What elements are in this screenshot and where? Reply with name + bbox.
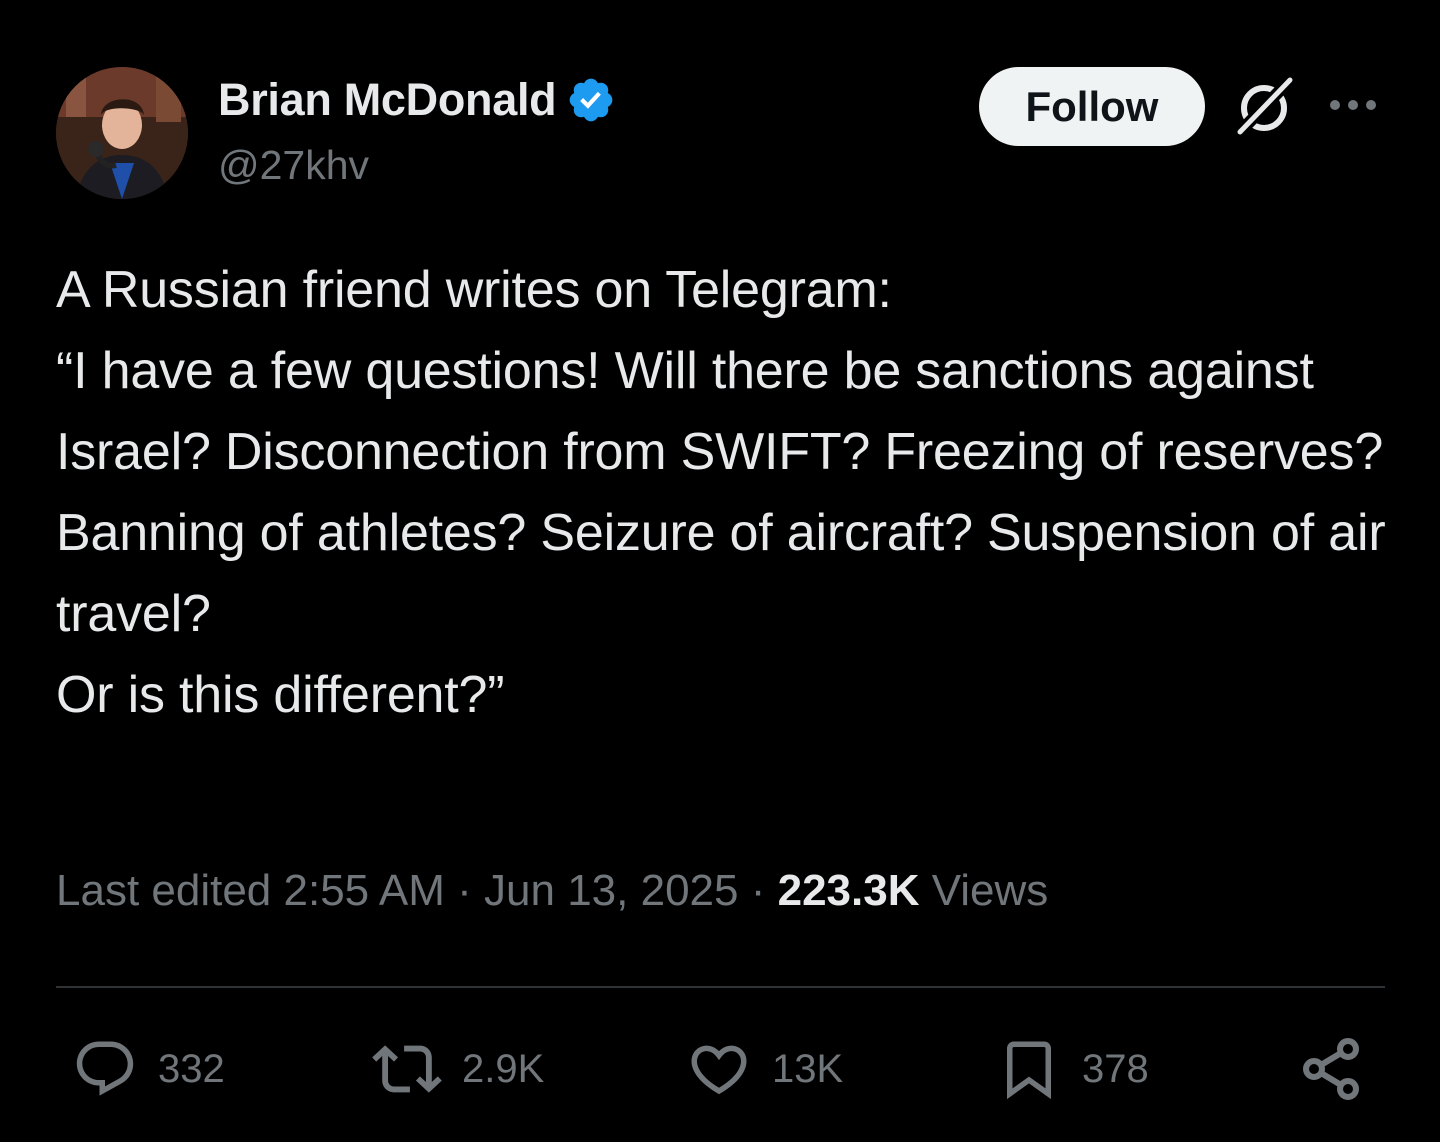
tweet-meta: Last edited 2:55 AM · Jun 13, 2025 · 223… — [56, 866, 1048, 916]
grok-icon[interactable] — [1232, 73, 1297, 139]
repost-button[interactable]: 2.9K — [372, 1034, 544, 1104]
meta-separator: · — [738, 866, 778, 915]
avatar[interactable] — [56, 67, 188, 199]
repost-count: 2.9K — [462, 1046, 545, 1091]
like-count: 13K — [772, 1046, 844, 1091]
author-display-name[interactable]: Brian McDonald — [218, 74, 557, 126]
bookmark-count: 378 — [1082, 1046, 1149, 1091]
share-button[interactable] — [1300, 1034, 1364, 1104]
like-button[interactable]: 13K — [686, 1034, 843, 1104]
follow-button[interactable]: Follow — [979, 67, 1205, 146]
reply-icon — [76, 1041, 134, 1096]
views-count: 223.3K — [777, 866, 920, 915]
reply-count: 332 — [158, 1046, 225, 1091]
tweet-line: Or is this different?” — [56, 666, 505, 724]
heart-icon — [691, 1045, 747, 1095]
tweet-text: A Russian friend writes on Telegram: “I … — [56, 250, 1396, 736]
verified-badge-icon[interactable] — [566, 75, 616, 125]
avatar-image — [56, 67, 188, 199]
tweet-date[interactable]: Jun 13, 2025 — [484, 866, 738, 915]
reply-button[interactable]: 332 — [72, 1034, 225, 1104]
tweet-line: A Russian friend writes on Telegram: — [56, 261, 892, 319]
edited-label[interactable]: Last edited — [56, 866, 284, 915]
meta-separator: · — [444, 866, 485, 915]
share-icon — [1303, 1038, 1359, 1100]
more-icon[interactable] — [1328, 90, 1378, 120]
author-handle[interactable]: @27khv — [218, 142, 369, 189]
divider — [56, 986, 1385, 988]
author-name-row: Brian McDonald — [218, 72, 616, 128]
bookmark-icon — [1007, 1041, 1051, 1100]
tweet-time[interactable]: 2:55 AM — [284, 866, 445, 915]
tweet-line: “I have a few questions! Will there be s… — [56, 342, 1400, 643]
bookmark-button[interactable]: 378 — [996, 1034, 1149, 1104]
views-label: Views — [919, 866, 1049, 915]
tweet-card: Brian McDonald @27khv Follow A Russian f… — [0, 0, 1440, 1142]
repost-icon — [372, 1045, 442, 1093]
